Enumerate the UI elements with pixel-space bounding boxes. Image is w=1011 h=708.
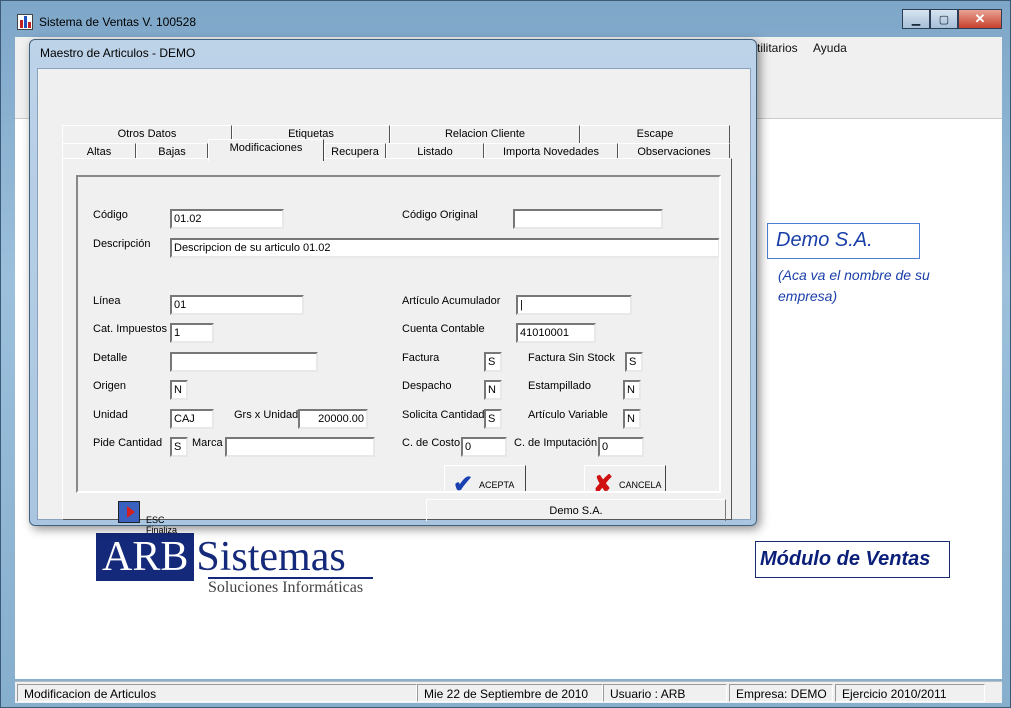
status-ejercicio: Ejercicio 2010/2011: [835, 684, 985, 702]
label-detalle: Detalle: [93, 352, 128, 364]
label-estampillado: Estampillado: [528, 380, 591, 392]
label-cat-impuestos: Cat. Impuestos: [93, 323, 167, 335]
label-despacho: Despacho: [402, 380, 452, 392]
dialog-title: Maestro de Articulos - DEMO: [40, 46, 196, 60]
module-title: Módulo de Ventas: [755, 541, 950, 578]
tab-escape[interactable]: Escape: [580, 125, 730, 143]
close-button[interactable]: ✕: [958, 9, 1002, 29]
cat-impuestos-field[interactable]: 1: [170, 323, 214, 343]
descripcion-field[interactable]: Descripcion de su articulo 01.02: [170, 238, 719, 258]
status-user: Usuario : ARB: [603, 684, 727, 702]
label-codigo-original: Código Original: [402, 209, 478, 221]
pide-cantidad-field[interactable]: S: [170, 437, 188, 457]
label-descripcion: Descripción: [93, 238, 151, 250]
c-imputacion-field[interactable]: 0: [598, 437, 644, 457]
main-title: Sistema de Ventas V. 100528: [39, 15, 197, 29]
detalle-field[interactable]: [170, 352, 318, 372]
label-linea: Línea: [93, 295, 121, 307]
dialog-footer-company: Demo S.A.: [426, 499, 726, 521]
label-factura-sin-stock: Factura Sin Stock: [528, 352, 615, 364]
label-articulo-variable: Artículo Variable: [528, 409, 608, 421]
tab-relacion-cliente[interactable]: Relacion Cliente: [390, 125, 580, 143]
linea-field[interactable]: 01: [170, 295, 304, 315]
logo-sistemas: Sistemas: [196, 534, 346, 580]
label-c-costo: C. de Costo: [402, 437, 461, 449]
maximize-button[interactable]: ▢: [930, 9, 958, 29]
label-unidad: Unidad: [93, 409, 128, 421]
menu-utilitarios[interactable]: tilitarios: [757, 41, 798, 55]
minimize-button[interactable]: ▁: [902, 9, 930, 29]
label-origen: Origen: [93, 380, 127, 392]
label-pide-cantidad: Pide Cantidad: [93, 437, 163, 449]
grs-x-unidad-field[interactable]: 20000.00: [298, 409, 368, 429]
logo-arb: ARB: [96, 533, 195, 581]
label-cuenta-contable: Cuenta Contable: [402, 323, 485, 335]
acepta-label: ACEPTA: [479, 480, 515, 490]
esc-finaliza-label: ESC Finaliza: [146, 515, 178, 535]
app-chart-icon: [17, 14, 33, 30]
label-marca: Marca: [192, 437, 223, 449]
articulo-acumulador-field[interactable]: |: [516, 295, 632, 315]
despacho-field[interactable]: N: [484, 380, 502, 400]
articulo-variable-field[interactable]: N: [623, 409, 641, 429]
codigo-field[interactable]: 01.02: [170, 209, 284, 229]
cancela-label: CANCELA: [619, 480, 662, 490]
logo-subtitle: Soluciones Informáticas: [208, 579, 364, 596]
article-form: Código 01.02 Código Original Descripción…: [76, 175, 721, 493]
unidad-field[interactable]: CAJ: [170, 409, 214, 429]
cuenta-contable-field[interactable]: 41010001: [516, 323, 596, 343]
tab-otros-datos[interactable]: Otros Datos: [62, 125, 232, 143]
status-empresa: Empresa: DEMO: [729, 684, 833, 702]
tab-panel-modificaciones: Código 01.02 Código Original Descripción…: [62, 158, 732, 520]
main-titlebar: Sistema de Ventas V. 100528 ▁ ▢ ✕: [1, 1, 1010, 37]
status-date: Mie 22 de Septiembre de 2010: [417, 684, 603, 702]
status-bar: Modificacion de Articulos Mie 22 de Sept…: [15, 681, 1002, 703]
cross-icon: ✘: [593, 471, 614, 493]
acepta-button[interactable]: ✔ ACEPTA: [444, 465, 526, 493]
exit-door-icon: [118, 501, 140, 523]
label-grs-x-unidad: Grs x Unidad: [234, 409, 299, 421]
dialog-body: Otros Datos Etiquetas Relacion Cliente E…: [37, 68, 751, 535]
company-name-box: Demo S.A.: [767, 223, 920, 259]
factura-sin-stock-field[interactable]: S: [625, 352, 643, 372]
cancela-button[interactable]: ✘ CANCELA: [584, 465, 666, 493]
maestro-articulos-dialog: Maestro de Articulos - DEMO Otros Datos …: [29, 39, 757, 535]
label-solicita-cantidad: Solicita Cantidad: [402, 409, 485, 421]
c-costo-field[interactable]: 0: [461, 437, 507, 457]
origen-field[interactable]: N: [170, 380, 188, 400]
checkmark-icon: ✔: [453, 471, 474, 493]
label-codigo: Código: [93, 209, 128, 221]
label-articulo-acumulador: Artículo Acumulador: [402, 295, 501, 307]
factura-field[interactable]: S: [484, 352, 502, 372]
tab-modificaciones[interactable]: Modificaciones: [208, 139, 324, 161]
menu-ayuda[interactable]: Ayuda: [813, 41, 847, 55]
estampillado-field[interactable]: N: [623, 380, 641, 400]
label-c-imputacion: C. de Imputación: [514, 437, 598, 449]
company-note: (Aca va el nombre de su empresa): [778, 267, 930, 304]
arb-logo: ARB Sistemas Soluciones Informáticas: [96, 533, 373, 597]
solicita-cantidad-field[interactable]: S: [484, 409, 502, 429]
codigo-original-field[interactable]: [513, 209, 663, 229]
status-mode: Modificacion de Articulos: [17, 684, 417, 702]
marca-field[interactable]: [225, 437, 375, 457]
label-factura: Factura: [402, 352, 440, 364]
